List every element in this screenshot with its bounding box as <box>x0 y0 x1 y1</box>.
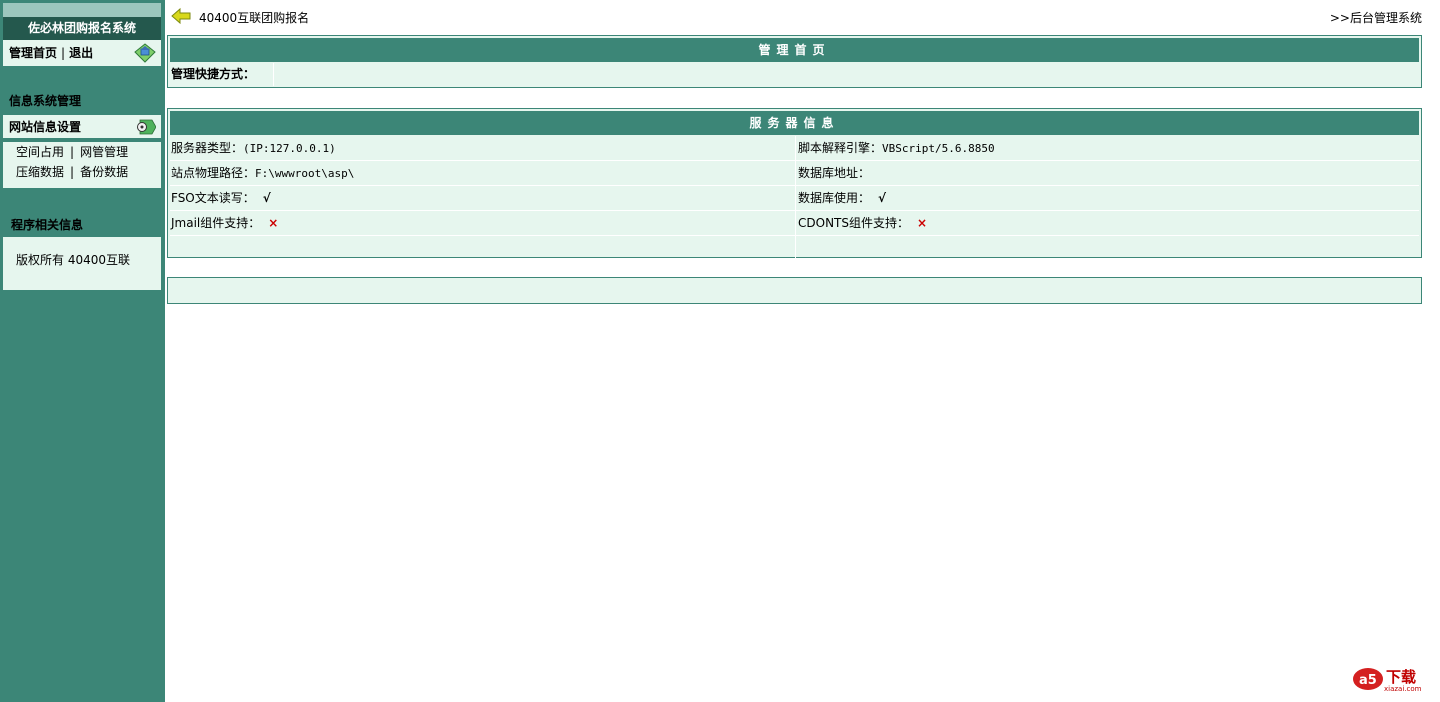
script-engine-value: VBScript/5.6.8850 <box>882 142 995 155</box>
server-info-header: 服务器信息 <box>170 111 1419 135</box>
cross-icon: × <box>917 216 928 230</box>
sidebar-group-body: 空间占用 | 网管管理 压缩数据 | 备份数据 <box>3 142 161 188</box>
table-cell: Jmail组件支持： × <box>170 211 795 235</box>
watermark-brand: 下载 <box>1386 668 1417 686</box>
table-cell: 数据库使用： √ <box>795 186 1419 210</box>
physical-path-label: 站点物理路径： <box>171 166 256 180</box>
sidebar-section-info-label: 信息系统管理 <box>9 94 82 108</box>
sidebar-section-program-label: 程序相关信息 <box>11 218 84 232</box>
table-cell: 数据库地址： <box>795 161 1419 185</box>
sidebar-link-row: 压缩数据 | 备份数据 <box>16 162 128 182</box>
admin-home-header: 管理首页 <box>170 38 1419 62</box>
a5-logo-icon: a5 <box>1353 668 1383 690</box>
divider: | <box>70 165 75 179</box>
check-icon: √ <box>878 191 887 205</box>
admin-manage-link[interactable]: 网管管理 <box>80 145 128 159</box>
sidebar-group-header[interactable]: 网站信息设置 <box>3 115 161 139</box>
table-cell: 服务器类型：(IP:127.0.0.1) <box>170 136 795 160</box>
space-usage-link[interactable]: 空间占用 <box>16 145 64 159</box>
table-row: 站点物理路径：F:\wwwroot\asp\ 数据库地址： <box>170 161 1419 186</box>
table-row: FSO文本读写： √ 数据库使用： √ <box>170 186 1419 211</box>
table-row: 服务器类型：(IP:127.0.0.1) 脚本解释引擎：VBScript/5.6… <box>170 136 1419 161</box>
back-arrow-icon[interactable] <box>171 7 191 25</box>
cdonts-label: CDONTS组件支持： <box>798 216 909 230</box>
table-cell: 脚本解释引擎：VBScript/5.6.8850 <box>795 136 1419 160</box>
jmail-label: Jmail组件支持： <box>171 216 261 230</box>
home-link[interactable]: 管理首页 <box>9 46 57 60</box>
divider: | <box>70 145 75 159</box>
backup-data-link[interactable]: 备份数据 <box>80 165 128 179</box>
admin-home-panel: 管理首页 管理快捷方式： <box>167 35 1422 88</box>
table-row: Jmail组件支持： × CDONTS组件支持： × <box>170 211 1419 236</box>
sidebar-top-strip <box>3 3 161 17</box>
server-type-value: (IP:127.0.0.1) <box>243 142 336 155</box>
admin-system-link[interactable]: >>后台管理系统 <box>1330 9 1422 26</box>
sidebar-copyright-box: 版权所有 40400互联 <box>3 237 161 290</box>
server-info-panel: 服务器信息 服务器类型：(IP:127.0.0.1) 脚本解释引擎：VBScri… <box>167 108 1422 260</box>
top-bar: 40400互联团购报名 >>后台管理系统 <box>165 0 1440 32</box>
sidebar-home-links: 管理首页 | 退出 <box>9 40 93 66</box>
watermark-url: xiazai.com <box>1384 685 1422 693</box>
svg-text:a5: a5 <box>1359 673 1377 688</box>
sidebar-title: 佐必林团购报名系统 <box>3 17 161 40</box>
house-icon <box>133 42 157 64</box>
table-cell: FSO文本读写： √ <box>170 186 795 210</box>
shortcut-label: 管理快捷方式： <box>170 63 274 86</box>
watermark-logo: a5 下载 xiazai.com <box>1352 664 1428 694</box>
check-icon: √ <box>262 191 271 205</box>
db-address-label: 数据库地址： <box>798 166 871 180</box>
copyright-text: 版权所有 40400互联 <box>16 253 130 267</box>
sidebar: 佐必林团购报名系统 管理首页 | 退出 信息系统管理 网站信息设置 空间占用 | 网管管… <box>0 0 165 702</box>
db-usage-label: 数据库使用： <box>798 191 871 205</box>
divider: | <box>61 46 66 60</box>
fso-label: FSO文本读写： <box>171 191 255 205</box>
server-info-table: 服务器类型：(IP:127.0.0.1) 脚本解释引擎：VBScript/5.6… <box>170 136 1419 260</box>
table-cell <box>170 236 795 260</box>
table-cell: 站点物理路径：F:\wwwroot\asp\ <box>170 161 795 185</box>
table-cell <box>795 236 1419 260</box>
gear-arrow-icon <box>134 119 157 135</box>
sidebar-group-title: 网站信息设置 <box>9 120 82 134</box>
logout-link[interactable]: 退出 <box>69 46 93 60</box>
script-engine-label: 脚本解释引擎： <box>798 141 883 155</box>
compress-data-link[interactable]: 压缩数据 <box>16 165 64 179</box>
sidebar-home-box: 管理首页 | 退出 <box>3 40 161 66</box>
table-row <box>170 236 1419 260</box>
shortcut-cell <box>274 63 1419 86</box>
footer-panel <box>167 277 1422 304</box>
shortcut-row: 管理快捷方式： <box>170 63 1419 86</box>
server-type-label: 服务器类型： <box>171 141 244 155</box>
table-cell: CDONTS组件支持： × <box>795 211 1419 235</box>
cross-icon: × <box>268 216 279 230</box>
sidebar-link-row: 空间占用 | 网管管理 <box>16 142 128 162</box>
site-title: 40400互联团购报名 <box>199 11 310 25</box>
physical-path-value: F:\wwwroot\asp\ <box>255 167 355 180</box>
